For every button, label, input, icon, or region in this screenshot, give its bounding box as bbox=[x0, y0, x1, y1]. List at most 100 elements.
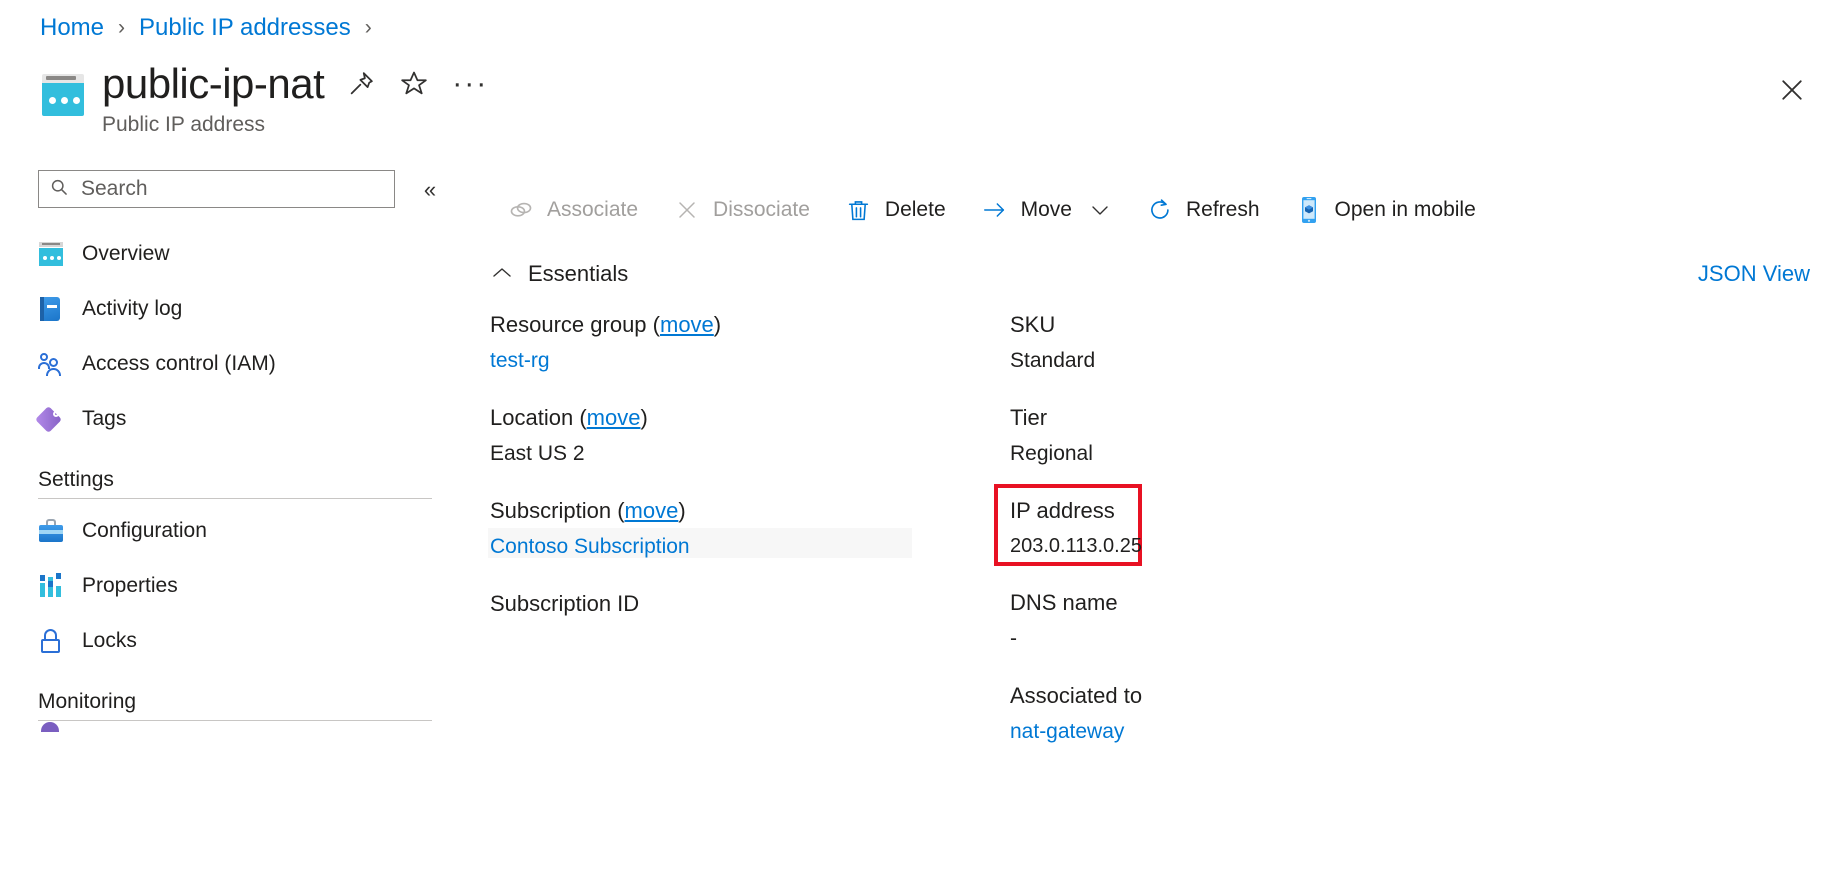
breadcrumb: Home › Public IP addresses › bbox=[40, 14, 372, 42]
locks-icon bbox=[38, 628, 64, 654]
pin-icon[interactable] bbox=[346, 69, 376, 99]
field-label: Subscription (move) bbox=[490, 496, 1010, 526]
chevron-up-icon bbox=[490, 261, 514, 287]
delete-button[interactable]: Delete bbox=[828, 187, 964, 233]
essentials-right-column: SKU Standard Tier Regional IP address 20… bbox=[1010, 310, 1530, 774]
search-box[interactable] bbox=[38, 170, 395, 208]
sidebar-item-overview[interactable]: Overview bbox=[0, 226, 470, 281]
overview-icon bbox=[38, 241, 64, 267]
field-label: DNS name bbox=[1010, 588, 1530, 618]
move-link[interactable]: move bbox=[625, 498, 679, 523]
sidebar-item-label: Tags bbox=[82, 407, 126, 431]
main-content: Associate Dissociate Delete bbox=[470, 160, 1840, 892]
trash-icon bbox=[846, 197, 872, 223]
breadcrumb-separator-icon: › bbox=[118, 16, 125, 40]
associate-link-icon bbox=[508, 197, 534, 223]
json-view-link[interactable]: JSON View bbox=[1698, 261, 1810, 287]
access-control-icon bbox=[38, 351, 64, 377]
sidebar-nav-list: Overview Activity log Access control (IA… bbox=[0, 226, 470, 745]
dissociate-button[interactable]: Dissociate bbox=[656, 187, 828, 233]
field-label: SKU bbox=[1010, 310, 1530, 340]
collapse-sidebar-button[interactable]: « bbox=[416, 176, 444, 204]
field-label: Subscription ID bbox=[490, 589, 1010, 619]
essentials-left-column: Resource group (move) test-rg Location (… bbox=[490, 310, 1010, 774]
star-icon[interactable] bbox=[398, 68, 430, 100]
command-label: Move bbox=[1021, 198, 1072, 222]
page-title: public-ip-nat bbox=[102, 62, 324, 106]
field-value: East US 2 bbox=[490, 439, 1010, 468]
field-value: - bbox=[1010, 624, 1530, 653]
sidebar-item-label: Overview bbox=[82, 242, 170, 266]
field-value: 203.0.113.0.25 bbox=[1010, 532, 1530, 560]
page-header: public-ip-nat ··· Public IP address bbox=[40, 62, 488, 137]
public-ip-address-icon bbox=[40, 72, 86, 118]
sidebar-item-properties[interactable]: Properties bbox=[0, 558, 470, 613]
sidebar-item-label: Access control (IAM) bbox=[82, 352, 276, 376]
search-input[interactable] bbox=[79, 176, 384, 202]
sidebar-item-label: Activity log bbox=[82, 297, 182, 321]
essentials-header: Essentials JSON View bbox=[490, 254, 1810, 294]
essentials-field-subscription-id: Subscription ID bbox=[490, 589, 1010, 619]
essentials-grid: Resource group (move) test-rg Location (… bbox=[490, 310, 1820, 774]
command-label: Open in mobile bbox=[1335, 198, 1476, 222]
field-label: Resource group (move) bbox=[490, 310, 1010, 340]
activity-log-icon bbox=[38, 296, 64, 322]
field-label: IP address bbox=[1010, 496, 1530, 526]
sidebar-item-partial[interactable] bbox=[0, 725, 470, 745]
breadcrumb-item-home[interactable]: Home bbox=[40, 14, 104, 42]
field-value[interactable]: nat-gateway bbox=[1010, 717, 1530, 746]
sidebar-item-activity-log[interactable]: Activity log bbox=[0, 281, 470, 336]
associate-button[interactable]: Associate bbox=[490, 187, 656, 233]
sidebar-item-label: Configuration bbox=[82, 519, 207, 543]
command-label: Dissociate bbox=[713, 198, 810, 222]
sidebar: « Overview Activity log Access control (… bbox=[0, 160, 470, 892]
page-subtitle: Public IP address bbox=[102, 113, 488, 137]
sidebar-item-configuration[interactable]: Configuration bbox=[0, 503, 470, 558]
command-label: Refresh bbox=[1186, 198, 1260, 222]
chevron-down-icon bbox=[1089, 202, 1111, 218]
command-label: Delete bbox=[885, 198, 946, 222]
field-value[interactable]: test-rg bbox=[490, 346, 1010, 375]
command-toolbar: Associate Dissociate Delete bbox=[490, 182, 1840, 238]
field-label: Associated to bbox=[1010, 681, 1530, 711]
essentials-field-associated-to: Associated to nat-gateway bbox=[1010, 681, 1530, 746]
sidebar-item-access-control[interactable]: Access control (IAM) bbox=[0, 336, 470, 391]
open-in-mobile-button[interactable]: Open in mobile bbox=[1278, 187, 1494, 233]
essentials-field-tier: Tier Regional bbox=[1010, 403, 1530, 468]
mobile-phone-icon bbox=[1296, 197, 1322, 223]
sidebar-item-label: Properties bbox=[82, 574, 178, 598]
command-label: Associate bbox=[547, 198, 638, 222]
essentials-toggle-button[interactable]: Essentials bbox=[490, 261, 628, 287]
breadcrumb-item-public-ip-addresses[interactable]: Public IP addresses bbox=[139, 14, 351, 42]
more-options-button[interactable]: ··· bbox=[452, 78, 488, 90]
dissociate-x-icon bbox=[674, 197, 700, 223]
field-value: Standard bbox=[1010, 346, 1530, 375]
sidebar-item-locks[interactable]: Locks bbox=[0, 613, 470, 668]
move-link[interactable]: move bbox=[660, 312, 714, 337]
field-label: Location (move) bbox=[490, 403, 1010, 433]
sidebar-group-title-monitoring: Monitoring bbox=[0, 690, 470, 714]
field-label: Tier bbox=[1010, 403, 1530, 433]
arrow-right-icon bbox=[982, 197, 1008, 223]
breadcrumb-separator-icon: › bbox=[365, 16, 372, 40]
sidebar-divider bbox=[38, 498, 432, 499]
essentials-field-sku: SKU Standard bbox=[1010, 310, 1530, 375]
search-icon bbox=[49, 177, 69, 202]
configuration-icon bbox=[38, 518, 64, 544]
essentials-field-location: Location (move) East US 2 bbox=[490, 403, 1010, 468]
sidebar-group-title-settings: Settings bbox=[0, 468, 470, 492]
essentials-field-resource-group: Resource group (move) test-rg bbox=[490, 310, 1010, 375]
alerts-icon bbox=[38, 722, 64, 748]
move-link[interactable]: move bbox=[587, 405, 641, 430]
essentials-field-dns-name: DNS name - bbox=[1010, 588, 1530, 653]
tags-icon bbox=[38, 406, 64, 432]
field-value[interactable]: Contoso Subscription bbox=[490, 532, 1010, 561]
essentials-field-ip-address: IP address 203.0.113.0.25 bbox=[1010, 496, 1530, 560]
move-button[interactable]: Move bbox=[964, 187, 1129, 233]
sidebar-item-tags[interactable]: Tags bbox=[0, 391, 470, 446]
field-value: Regional bbox=[1010, 439, 1530, 468]
refresh-button[interactable]: Refresh bbox=[1129, 187, 1278, 233]
close-icon[interactable] bbox=[1772, 70, 1812, 110]
essentials-field-subscription: Subscription (move) Contoso Subscription bbox=[490, 496, 1010, 561]
sidebar-divider bbox=[38, 720, 432, 721]
